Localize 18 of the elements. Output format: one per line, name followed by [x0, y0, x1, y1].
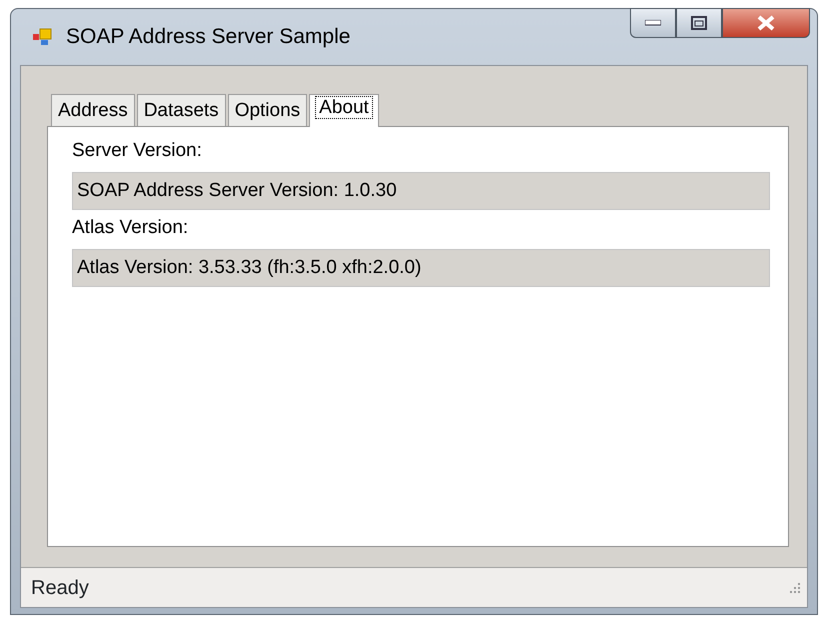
- resize-grip-icon[interactable]: [787, 580, 801, 594]
- read-only-field[interactable]: SOAP Address Server Version: 1.0.30: [72, 172, 770, 210]
- maximize-button[interactable]: [676, 8, 722, 38]
- window-title: SOAP Address Server Sample: [66, 24, 350, 50]
- field-label: Atlas Version:: [72, 216, 190, 240]
- tab[interactable]: About: [309, 94, 379, 127]
- tab[interactable]: Datasets: [136, 94, 226, 126]
- minimize-icon: [645, 20, 661, 26]
- status-text: Ready: [31, 576, 89, 600]
- tab[interactable]: Options: [228, 94, 308, 126]
- field-label: Server Version:: [72, 139, 203, 163]
- close-button[interactable]: [722, 8, 810, 38]
- close-icon: [757, 15, 775, 31]
- maximize-icon: [691, 16, 707, 30]
- app-icon: [32, 27, 54, 47]
- minimize-button[interactable]: [630, 8, 676, 38]
- read-only-field[interactable]: Atlas Version: 3.53.33 (fh:3.5.0 xfh:2.0.0): [72, 248, 770, 287]
- tab[interactable]: Address: [51, 94, 135, 126]
